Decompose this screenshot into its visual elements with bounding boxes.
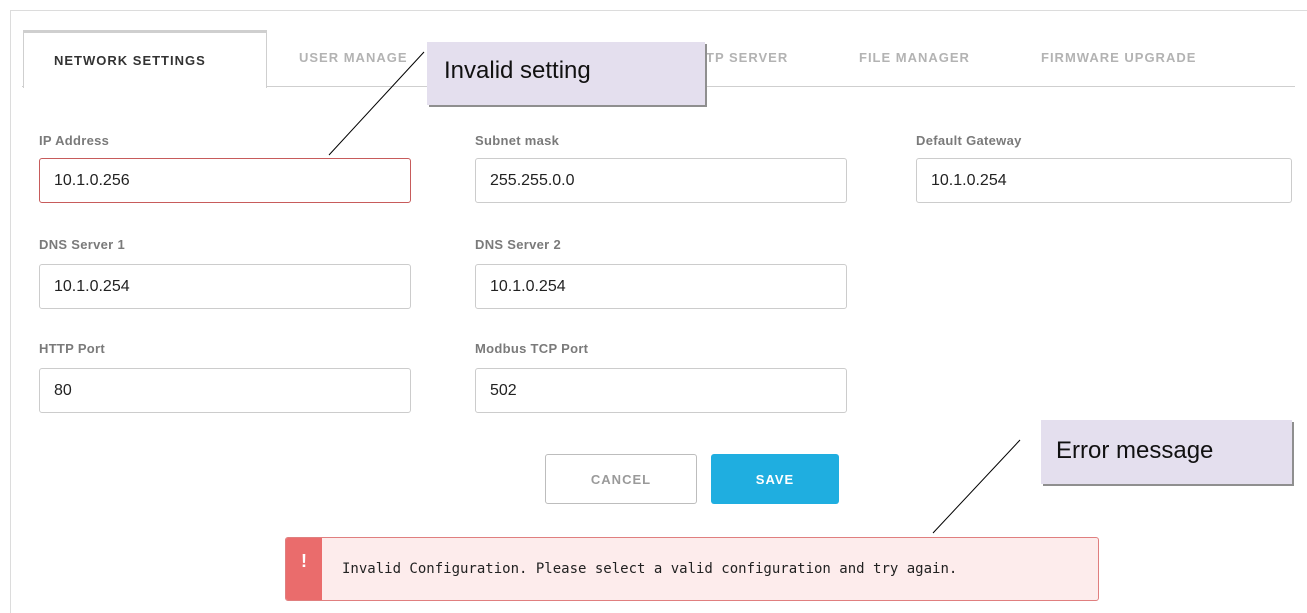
dns-server-1-label: DNS Server 1 (39, 237, 125, 252)
ip-address-input[interactable] (39, 158, 411, 203)
tab-user-management[interactable]: USER MANAGE (299, 30, 408, 86)
cancel-button[interactable]: CANCEL (545, 454, 697, 504)
dns-server-2-input[interactable] (475, 264, 847, 309)
subnet-mask-input[interactable] (475, 158, 847, 203)
alert-message: Invalid Configuration. Please select a v… (342, 561, 958, 577)
error-message-callout: Error message (1041, 420, 1292, 484)
tab-network-settings[interactable]: NETWORK SETTINGS (23, 30, 267, 88)
tab-ftp-server[interactable]: TP SERVER (706, 30, 788, 86)
modbus-tcp-port-input[interactable] (475, 368, 847, 413)
modbus-tcp-port-label: Modbus TCP Port (475, 341, 589, 356)
alert-exclamation-icon: ! (286, 538, 322, 600)
invalid-setting-callout: Invalid setting (427, 42, 705, 105)
ip-address-label: IP Address (39, 133, 110, 148)
error-alert: ! Invalid Configuration. Please select a… (285, 537, 1099, 601)
http-port-label: HTTP Port (39, 341, 106, 356)
default-gateway-input[interactable] (916, 158, 1292, 203)
dns-server-2-label: DNS Server 2 (475, 237, 561, 252)
http-port-input[interactable] (39, 368, 411, 413)
default-gateway-label: Default Gateway (916, 133, 1022, 148)
subnet-mask-label: Subnet mask (475, 133, 560, 148)
dns-server-1-input[interactable] (39, 264, 411, 309)
tab-firmware-upgrade[interactable]: FIRMWARE UPGRADE (1041, 30, 1196, 86)
save-button[interactable]: SAVE (711, 454, 839, 504)
tab-file-manager[interactable]: FILE MANAGER (859, 30, 970, 86)
